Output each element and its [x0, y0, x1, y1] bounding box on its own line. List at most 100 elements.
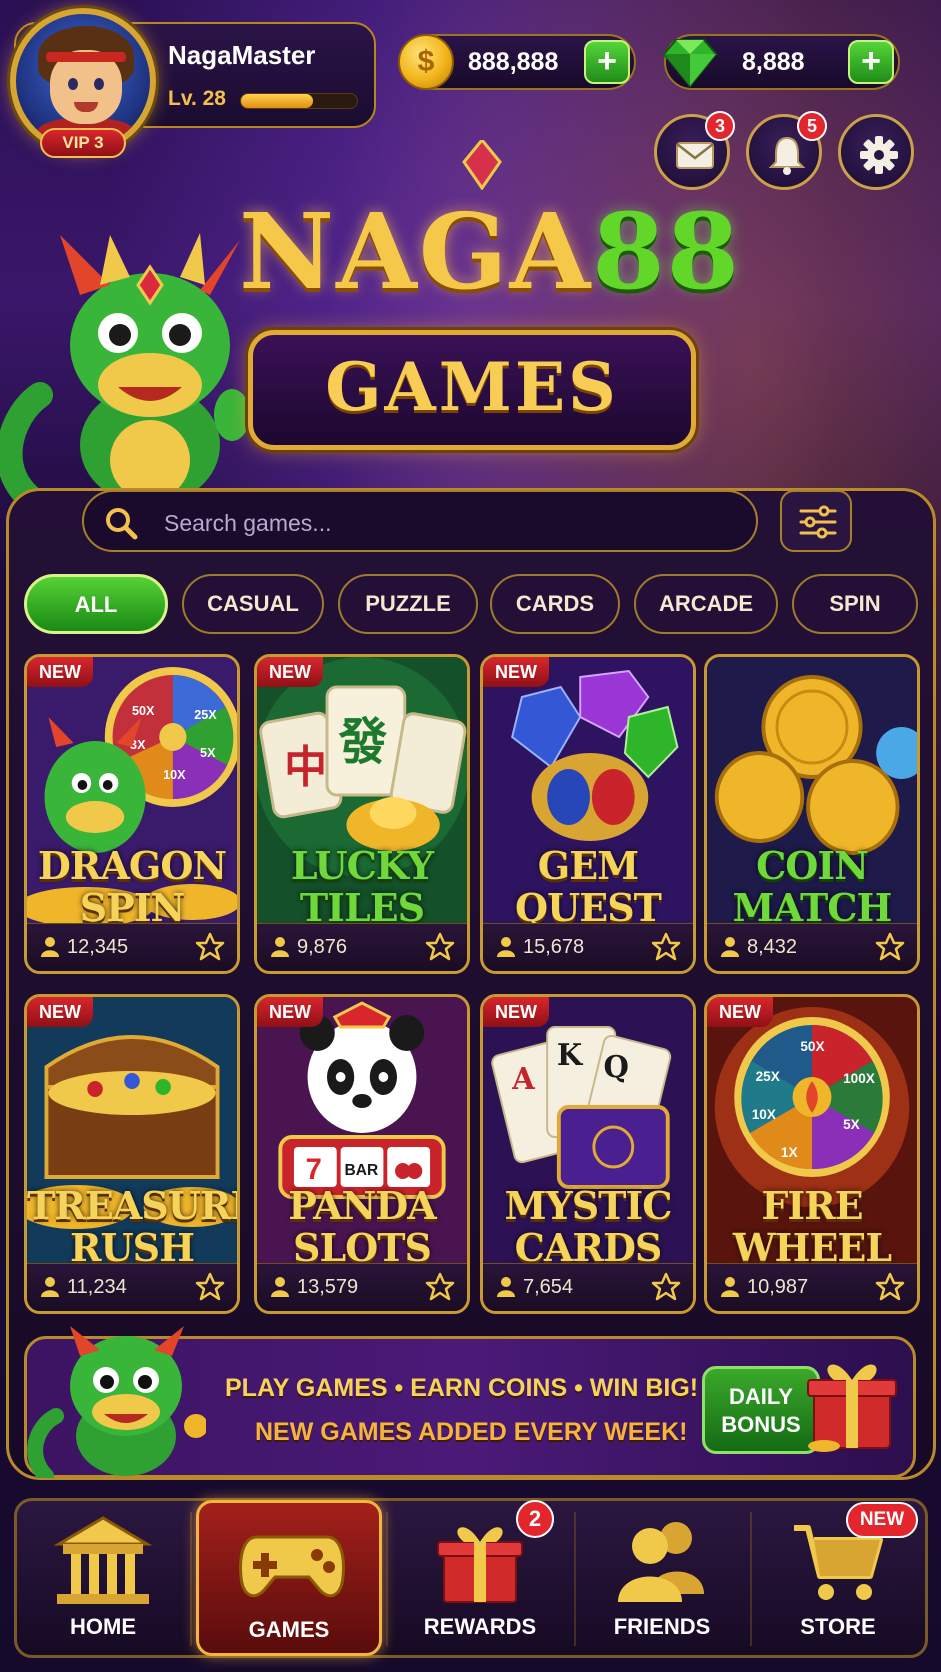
nav-rewards-label: REWARDS: [423, 1614, 537, 1639]
rewards-badge: 2: [516, 1500, 554, 1538]
game-card-fire-wheel[interactable]: 50X 100X 5X 25X 10X 1X NEW FIRE WHEEL 10…: [704, 994, 920, 1314]
gamepad-icon: [239, 1535, 345, 1598]
player-count: 11,234: [67, 1276, 127, 1298]
search-input[interactable]: Search games...: [82, 490, 758, 552]
nav-home[interactable]: HOME: [20, 1500, 186, 1656]
favorite-star-icon[interactable]: [875, 932, 905, 962]
game-card-footer: 10,987: [707, 1263, 917, 1311]
new-badge: NEW: [27, 997, 93, 1027]
search-placeholder: Search games...: [164, 510, 332, 536]
nav-store[interactable]: NEW STORE: [754, 1500, 922, 1656]
game-card-footer: 7,654: [483, 1263, 693, 1311]
favorite-star-icon[interactable]: [875, 1272, 905, 1302]
game-title: GEM QUEST: [515, 843, 662, 930]
player-count: 8,432: [747, 936, 798, 958]
game-title: COIN MATCH: [732, 843, 893, 930]
gift-icon: [437, 1527, 523, 1603]
wheel-label: 50X: [132, 703, 155, 718]
dragon-mascot-small: [27, 1326, 206, 1478]
favorite-star-icon[interactable]: [425, 1272, 455, 1302]
daily-bonus-label-2: BONUS: [721, 1412, 801, 1437]
category-cards[interactable]: CARDS: [490, 574, 620, 634]
game-title: MYSTIC CARDS: [504, 1183, 673, 1270]
add-gems-button[interactable]: +: [848, 40, 894, 84]
gem-balance: 8,888 +: [662, 34, 900, 90]
search-icon: [106, 508, 138, 540]
svg-text:A: A: [511, 1061, 536, 1096]
game-card-lucky-tiles[interactable]: 中 發 NEW LUCKY TILES 9,876: [254, 654, 470, 974]
favorite-star-icon[interactable]: [195, 1272, 225, 1302]
new-badge: NEW: [483, 997, 549, 1027]
game-title: TREASURE RUSH: [27, 1183, 240, 1270]
wheel-label: 25X: [194, 707, 217, 722]
nav-divider: [386, 1512, 388, 1646]
category-casual[interactable]: CASUAL: [182, 574, 324, 634]
person-icon: [41, 937, 59, 957]
add-coins-button[interactable]: +: [584, 40, 630, 84]
gear-icon: [860, 136, 898, 174]
crown-gem-icon: [462, 140, 502, 190]
notifications-button[interactable]: 5: [746, 111, 827, 190]
favorite-star-icon[interactable]: [651, 932, 681, 962]
vip-badge: VIP 3: [40, 128, 126, 158]
nav-games-label: GAMES: [248, 1617, 330, 1642]
svg-text:Q: Q: [604, 1049, 629, 1084]
favorite-star-icon[interactable]: [425, 932, 455, 962]
game-card-gem-quest[interactable]: NEW GEM QUEST 15,678: [480, 654, 696, 974]
favorite-star-icon[interactable]: [195, 932, 225, 962]
game-title: PANDA SLOTS: [288, 1183, 436, 1270]
nav-home-label: HOME: [70, 1614, 136, 1639]
mail-button[interactable]: 3: [654, 111, 735, 190]
game-card-footer: 12,345: [27, 923, 237, 971]
nav-games[interactable]: GAMES: [196, 1500, 382, 1656]
category-puzzle[interactable]: PUZZLE: [338, 574, 478, 634]
daily-bonus-label-1: DAILY: [729, 1384, 793, 1409]
game-card-mystic-cards[interactable]: A K Q NEW MYSTIC CARDS 7,654: [480, 994, 696, 1314]
person-icon: [721, 937, 739, 957]
svg-text:7: 7: [306, 1153, 322, 1186]
favorite-star-icon[interactable]: [651, 1272, 681, 1302]
logo-title-88: 88: [592, 190, 741, 313]
wheel-label: 5X: [843, 1117, 860, 1132]
slot-symbol: BAR: [345, 1162, 379, 1179]
game-card-footer: 9,876: [257, 923, 467, 971]
wheel-label: 50X: [800, 1039, 825, 1054]
category-all[interactable]: ALL: [24, 574, 168, 634]
mahjong-glyph: 中: [284, 742, 327, 793]
gift-box-icon: [807, 1364, 897, 1452]
new-badge: NEW: [257, 657, 323, 687]
game-title: FIRE WHEEL: [732, 1183, 892, 1270]
coin-value: 888,888: [468, 48, 559, 76]
game-card-treasure-rush[interactable]: NEW TREASURE RUSH 11,234: [24, 994, 240, 1314]
nav-divider: [574, 1512, 576, 1646]
player-count: 7,654: [523, 1276, 574, 1298]
temple-icon: [53, 1516, 153, 1604]
store-new-badge: NEW: [846, 1502, 918, 1538]
bell-icon: [768, 136, 806, 175]
person-icon: [497, 1277, 515, 1297]
nav-store-label: STORE: [800, 1614, 876, 1639]
svg-text:K: K: [557, 1037, 584, 1072]
new-badge: NEW: [257, 997, 323, 1027]
player-count: 15,678: [523, 936, 585, 958]
person-icon: [271, 937, 289, 957]
settings-button[interactable]: [838, 114, 914, 190]
category-arcade[interactable]: ARCADE: [634, 574, 778, 634]
category-spin[interactable]: SPIN: [792, 574, 918, 634]
nav-friends[interactable]: FRIENDS: [578, 1500, 746, 1656]
filter-button[interactable]: [780, 490, 852, 552]
wheel-label: 10X: [752, 1107, 777, 1122]
game-card-footer: 13,579: [257, 1263, 467, 1311]
person-icon: [497, 937, 515, 957]
daily-bonus-button[interactable]: DAILY BONUS: [702, 1366, 820, 1454]
nav-divider: [190, 1512, 192, 1646]
player-count: 9,876: [297, 936, 348, 958]
promo-tagline: PLAY GAMES • EARN COINS • WIN BIG!: [225, 1374, 699, 1402]
player-count: 12,345: [67, 936, 129, 958]
game-card-dragon-spin[interactable]: 50X 25X 5X 10X 3X NEW DRAGON SPIN 12,345: [24, 654, 240, 974]
new-badge: NEW: [483, 657, 549, 687]
game-card-coin-match[interactable]: COIN MATCH 8,432: [704, 654, 920, 974]
nav-rewards[interactable]: 2 REWARDS: [390, 1500, 570, 1656]
game-card-panda-slots[interactable]: 7 BAR NEW PANDA SLOTS 13,579: [254, 994, 470, 1314]
person-icon: [41, 1277, 59, 1297]
